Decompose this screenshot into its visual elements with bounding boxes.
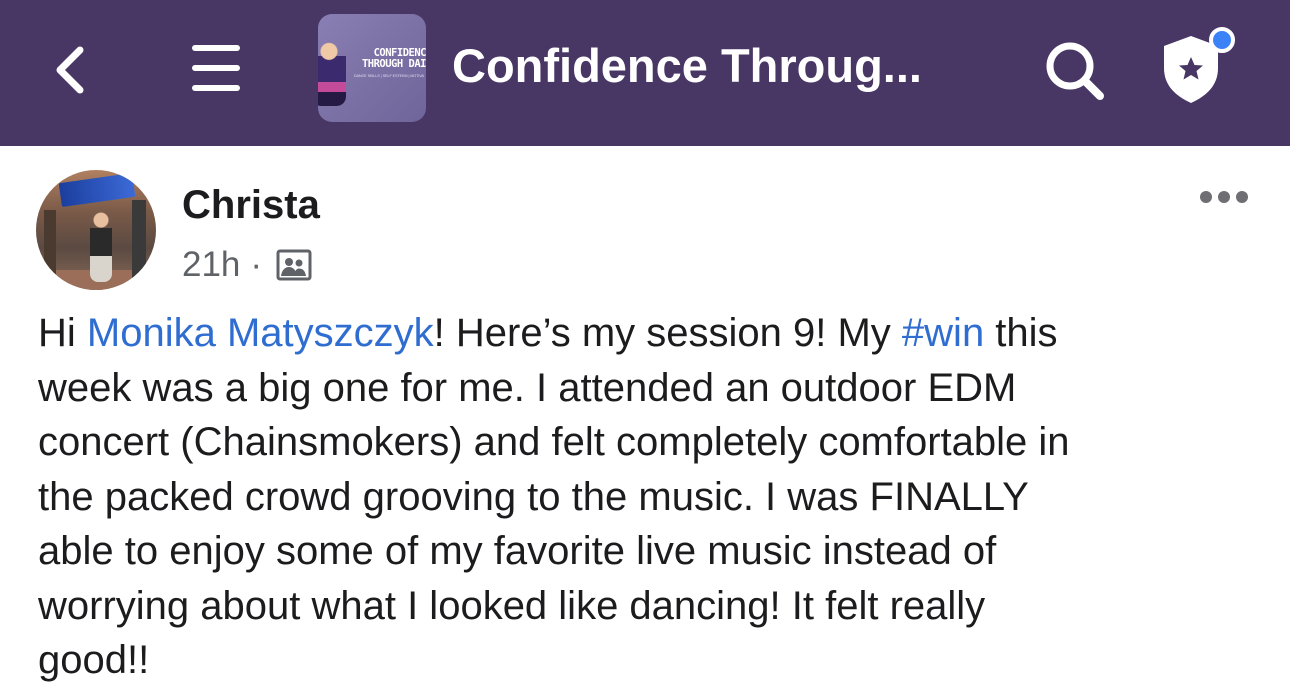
hamburger-menu-icon — [192, 45, 240, 91]
group-thumbnail-title: CONFIDENC THROUGH DAI — [356, 48, 426, 70]
author-name[interactable]: Christa — [182, 180, 320, 230]
group-title[interactable]: Confidence Throug... — [452, 34, 922, 98]
menu-button[interactable] — [186, 38, 246, 98]
group-members-icon — [276, 249, 312, 281]
group-thumbnail[interactable]: CONFIDENC THROUGH DAI DANCE SKILLS | SEL… — [318, 14, 426, 122]
post-time[interactable]: 21h — [182, 245, 240, 285]
chevron-left-icon — [56, 46, 84, 94]
post-options-button[interactable] — [1196, 186, 1252, 208]
post-text-rest: this week was a big one for me. I attend… — [38, 311, 1070, 682]
search-icon — [1046, 42, 1104, 100]
back-button[interactable] — [44, 38, 100, 102]
notification-dot — [1209, 27, 1235, 53]
group-header-bar: CONFIDENC THROUGH DAI DANCE SKILLS | SEL… — [0, 0, 1290, 146]
post-text-intro: Hi — [38, 311, 87, 355]
mention-link[interactable]: Monika Matyszczyk — [87, 311, 434, 355]
post-body: Hi Monika Matyszczyk! Here’s my session … — [38, 306, 1263, 688]
avatar-pillar-left — [44, 210, 56, 290]
post-meta: 21h · — [182, 242, 312, 288]
thumbnail-title-line2: THROUGH DAI — [361, 58, 426, 70]
search-button[interactable] — [1040, 38, 1110, 104]
avatar-sign — [58, 172, 136, 208]
post-text-middle: ! Here’s my session 9! My — [433, 311, 902, 355]
more-horizontal-icon — [1200, 191, 1248, 203]
meta-separator: · — [250, 245, 263, 284]
author-avatar[interactable] — [36, 170, 156, 290]
thumbnail-subtitle: DANCE SKILLS | SELF ESTEEM | MOTIVATION … — [354, 74, 424, 78]
avatar-person — [90, 210, 112, 282]
avatar-pillar-right — [132, 200, 146, 290]
dancer-image — [318, 36, 346, 106]
hashtag-link[interactable]: #win — [902, 311, 984, 355]
